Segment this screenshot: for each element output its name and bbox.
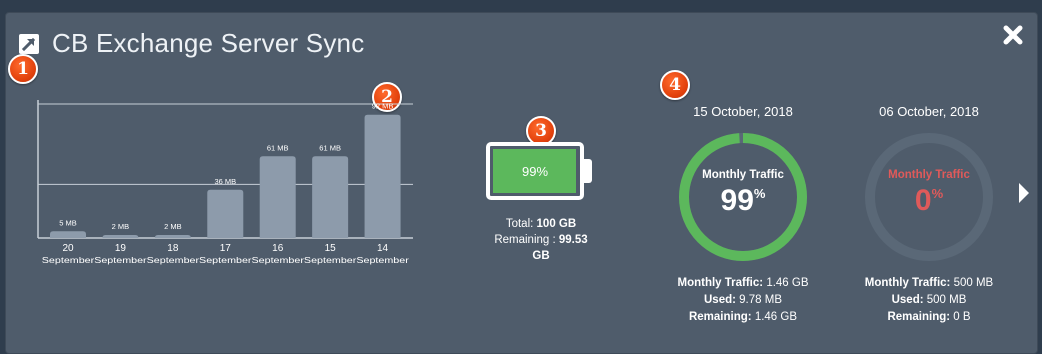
callout-badge-4: 4 (660, 70, 690, 100)
chart-bar[interactable] (364, 114, 401, 238)
x-tick-day: 20 (62, 243, 74, 254)
donut-title: Monthly Traffic (888, 169, 970, 181)
remaining-label: Remaining: (688, 311, 752, 323)
x-tick-month: September (147, 255, 200, 265)
traffic-card-1: 15 October, 2018 Monthly Traffic 99% Mon… (668, 104, 818, 326)
x-tick-day: 17 (220, 243, 232, 254)
chart-bar[interactable] (259, 156, 296, 238)
bar-value-label: 2 MB (164, 222, 182, 231)
external-link-icon[interactable] (18, 33, 40, 55)
traffic-date: 06 October, 2018 (879, 104, 979, 119)
storage-widget: 99% Total: 100 GB Remaining : 99.53 GB (482, 142, 600, 264)
chart-bar[interactable] (154, 235, 191, 238)
traffic-info: Monthly Traffic: 500 MB Used: 500 MB Rem… (854, 275, 1004, 326)
bar-value-label: 61 MB (267, 143, 289, 152)
remaining-unit: GB (532, 250, 550, 262)
total-label: Total: (505, 218, 534, 230)
x-tick-month: September (304, 255, 357, 265)
donut-value-unit: % (753, 186, 766, 201)
top-strip (0, 0, 1042, 12)
x-tick-month: September (94, 255, 147, 265)
bar-value-label: 5 MB (59, 218, 77, 227)
x-tick-day: 19 (115, 243, 127, 254)
donut-value-number: 99 (720, 184, 754, 217)
chart-bar[interactable] (102, 235, 139, 238)
x-tick-day: 18 (167, 243, 179, 254)
remaining-label: Remaining : (494, 234, 556, 246)
traffic-card-2: 06 October, 2018 Monthly Traffic 0% Mont… (854, 104, 1004, 326)
x-tick-day: 14 (377, 243, 389, 254)
traffic-info: Monthly Traffic: 1.46 GB Used: 9.78 MB R… (668, 275, 818, 326)
bar-value-label: 2 MB (112, 222, 130, 231)
bar-value-label: 36 MB (214, 177, 236, 186)
close-icon[interactable] (1003, 25, 1023, 50)
chart-bar[interactable] (312, 156, 349, 238)
remaining-value: 99.53 (558, 234, 588, 246)
donut-value: 99% (675, 184, 811, 218)
bar-value-label: 61 MB (319, 143, 341, 152)
x-tick-day: 15 (325, 243, 337, 254)
x-tick-month: September (252, 255, 305, 265)
x-tick-month: September (199, 255, 252, 265)
remaining-value: 0 B (953, 311, 971, 323)
chevron-right-icon[interactable] (1017, 181, 1031, 210)
close-button[interactable] (1000, 24, 1026, 50)
x-tick-month: September (42, 255, 95, 265)
widget-header: CB Exchange Server Sync (18, 28, 364, 59)
battery-tip (584, 159, 592, 183)
battery-icon: 99% (486, 142, 592, 200)
monthly-traffic-label: Monthly Traffic: (864, 277, 951, 289)
next-button[interactable] (1016, 182, 1032, 208)
used-value: 9.78 MB (739, 294, 782, 306)
traffic-date: 15 October, 2018 (693, 104, 793, 119)
donut-value: 0% (861, 184, 997, 218)
remaining-label: Remaining: (887, 311, 951, 323)
battery-percent: 99% (521, 163, 549, 179)
donut-value-unit: % (931, 186, 944, 201)
storage-info: Total: 100 GB Remaining : 99.53 GB (482, 216, 600, 264)
x-tick-day: 16 (272, 243, 284, 254)
donut-title: Monthly Traffic (702, 169, 784, 181)
donut-value-number: 0 (914, 184, 932, 217)
used-label: Used: (891, 294, 924, 306)
traffic-donut: Monthly Traffic 99% (675, 129, 811, 265)
chart-bar[interactable] (50, 231, 86, 238)
remaining-value: 1.46 GB (754, 311, 798, 323)
bar-chart: 5 MB20September2 MB19September2 MB18Sept… (37, 100, 413, 265)
monthly-traffic-value: 500 MB (953, 277, 994, 289)
monthly-traffic-value: 1.46 GB (766, 277, 809, 289)
used-value: 500 MB (926, 294, 967, 306)
used-label: Used: (704, 294, 736, 306)
x-tick-month: September (356, 255, 409, 265)
total-value: 100 GB (536, 218, 577, 230)
monthly-traffic-label: Monthly Traffic: (677, 277, 764, 289)
bar-value-label: 92 MB (372, 102, 394, 111)
chart-bar[interactable] (207, 189, 244, 238)
traffic-donut: Monthly Traffic 0% (861, 129, 997, 265)
widget-title: CB Exchange Server Sync (52, 28, 365, 58)
